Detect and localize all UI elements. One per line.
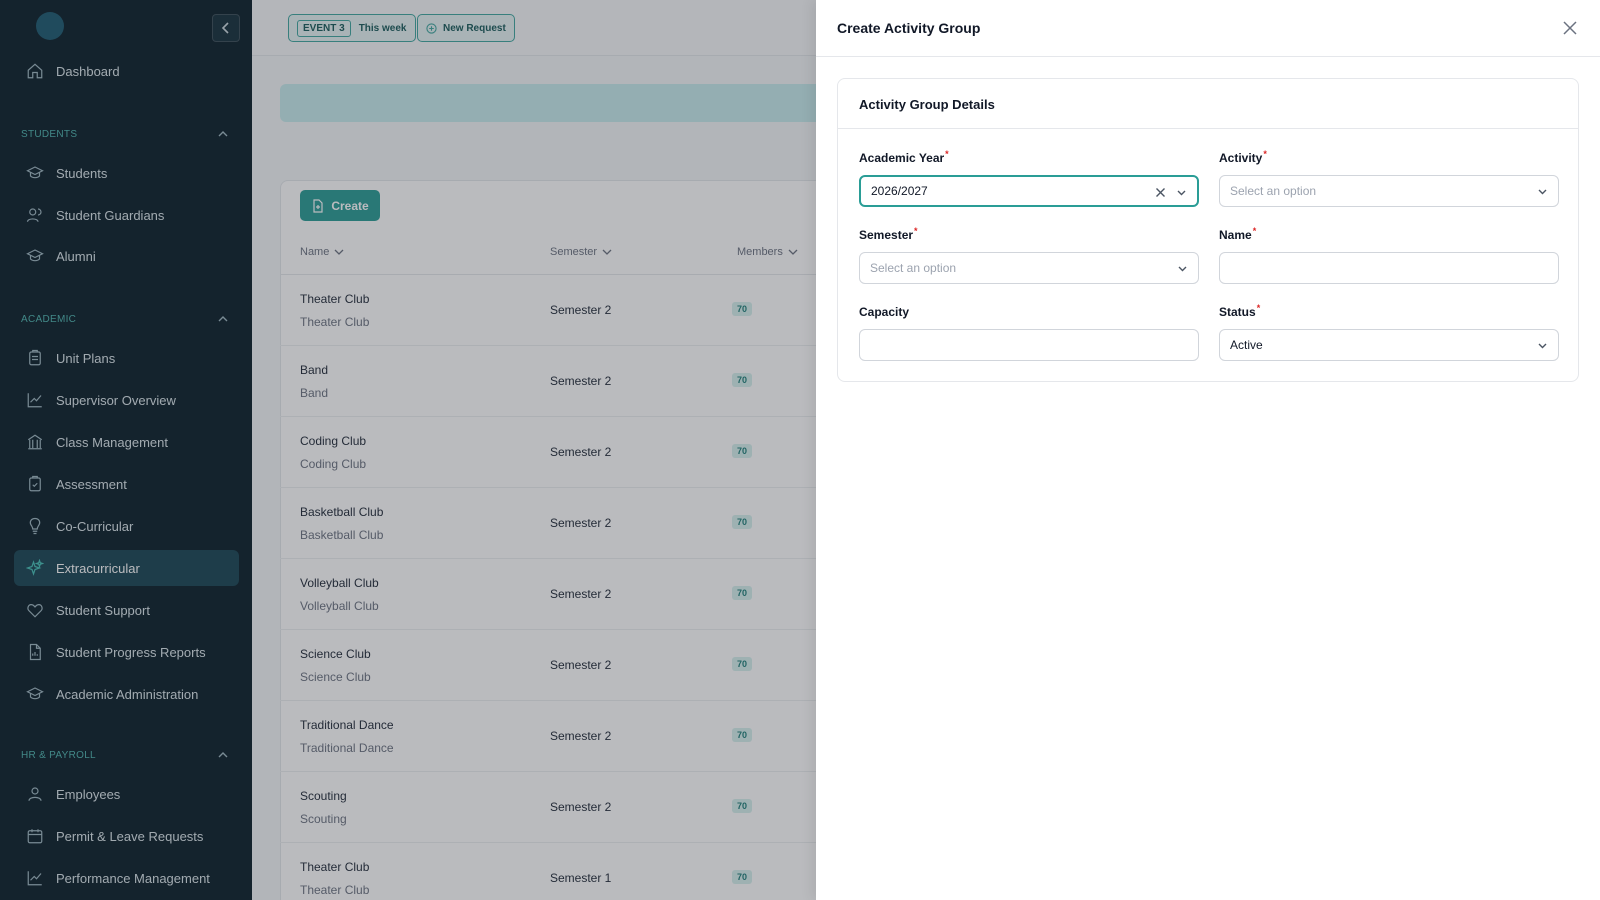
close-icon[interactable]: [1562, 20, 1578, 36]
activity-placeholder: Select an option: [1230, 184, 1317, 198]
required-marker: *: [1263, 149, 1267, 159]
label-text: Academic Year: [859, 151, 945, 165]
name-input[interactable]: [1219, 252, 1559, 284]
capacity-label: Capacity: [859, 305, 909, 319]
drawer-title: Create Activity Group: [837, 20, 981, 36]
chevron-down-icon: [1178, 266, 1187, 272]
status-select[interactable]: Active: [1219, 329, 1559, 361]
chevron-down-icon: [1538, 343, 1547, 349]
required-marker: *: [945, 149, 949, 159]
required-marker: *: [1252, 226, 1257, 236]
activity-label: Activity*: [1219, 149, 1267, 165]
create-activity-group-drawer: Create Activity Group Activity Group Det…: [816, 0, 1600, 900]
semester-select[interactable]: Select an option: [859, 252, 1199, 284]
clear-icon[interactable]: [1155, 187, 1166, 198]
required-marker: *: [914, 226, 918, 236]
chevron-down-icon: [1177, 190, 1186, 196]
section-header: Activity Group Details: [838, 79, 1578, 129]
academic-year-value: 2026/2027: [871, 184, 928, 198]
drawer-header: Create Activity Group: [816, 0, 1600, 57]
label-text: Status: [1219, 305, 1256, 319]
label-text: Capacity: [859, 305, 910, 319]
status-value: Active: [1230, 338, 1263, 352]
academic-year-select[interactable]: 2026/2027: [859, 175, 1199, 207]
modal-backdrop[interactable]: [0, 0, 816, 900]
status-label: Status*: [1219, 303, 1261, 319]
semester-label: Semester*: [859, 226, 918, 242]
activity-select[interactable]: Select an option: [1219, 175, 1559, 207]
label-text: Activity: [1219, 151, 1263, 165]
details-section: Activity Group Details Academic Year* 20…: [837, 78, 1579, 382]
required-marker: *: [1256, 303, 1261, 313]
label-text: Name: [1219, 228, 1252, 242]
name-label: Name*: [1219, 226, 1257, 242]
capacity-input[interactable]: [859, 329, 1199, 361]
label-text: Semester: [859, 228, 914, 242]
section-title: Activity Group Details: [859, 97, 995, 112]
chevron-down-icon: [1538, 189, 1547, 195]
academic-year-label: Academic Year*: [859, 149, 949, 165]
semester-placeholder: Select an option: [870, 261, 957, 275]
